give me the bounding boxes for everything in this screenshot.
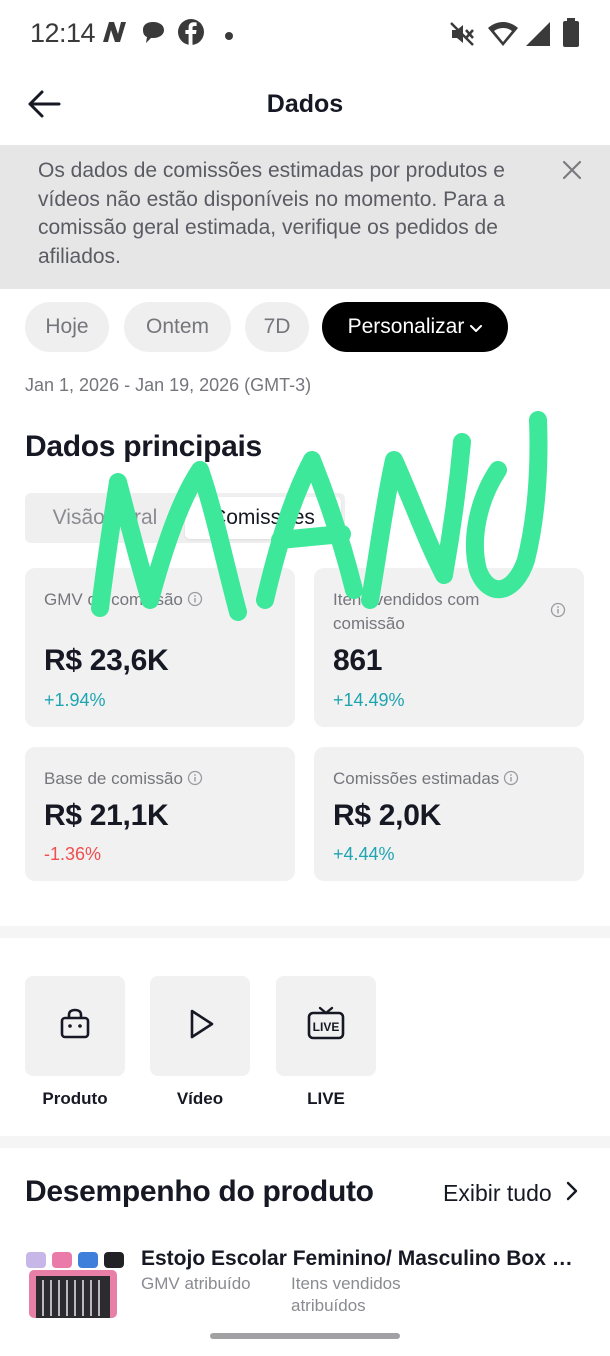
metric-label-text: Comissões estimadas — [333, 769, 500, 788]
dot-icon — [224, 28, 234, 46]
shopping-bag-icon — [58, 1007, 92, 1046]
metric-value: 861 — [333, 644, 383, 677]
metric-value: R$ 21,1K — [44, 799, 169, 832]
metric-card-gmv[interactable]: GMV da comissão R$ 23,6K +1.94% — [25, 568, 295, 727]
signal-icon — [524, 20, 552, 53]
date-range: Jan 1, 2026 - Jan 19, 2026 (GMT-3) — [25, 375, 312, 395]
svg-text:LIVE: LIVE — [313, 1020, 340, 1034]
product-name[interactable]: Estojo Escolar Feminino/ Masculino Box M… — [141, 1247, 581, 1271]
shortcut-video-button[interactable] — [150, 976, 250, 1076]
shortcut-live-button[interactable]: LIVE — [276, 976, 376, 1076]
product-items-sold-label: Itens vendidos atribuídos — [291, 1274, 401, 1315]
chevron-down-icon — [470, 315, 483, 339]
info-icon[interactable] — [550, 602, 566, 623]
metric-change: +1.94% — [44, 690, 106, 710]
metric-label: Comissões estimadas — [333, 767, 519, 793]
section-divider — [0, 1136, 610, 1148]
chat-bubble-icon — [139, 18, 167, 51]
metric-change: +14.49% — [333, 690, 405, 710]
metric-label: GMV da comissão — [44, 588, 203, 614]
page-title: Dados — [266, 90, 344, 118]
tab-commissions[interactable]: Comissões — [185, 497, 341, 539]
info-icon[interactable] — [503, 769, 519, 793]
chip-label: 7D — [263, 315, 291, 338]
metric-card-commission-base[interactable]: Base de comissão R$ 21,1K -1.36% — [25, 747, 295, 881]
status-time: 12:14 — [30, 18, 96, 48]
notice-close-button[interactable] — [556, 156, 588, 188]
metric-change: +4.44% — [333, 844, 395, 864]
info-icon[interactable] — [187, 590, 203, 614]
shortcut-product-button[interactable] — [25, 976, 125, 1076]
mute-icon — [448, 20, 476, 53]
notice-text: Os dados de comissões estimadas por prod… — [38, 159, 505, 268]
facebook-icon — [177, 18, 205, 51]
metric-card-items-sold[interactable]: Itens vendidos com comissão 861 +14.49% — [314, 568, 584, 727]
chip-7d[interactable]: 7D — [245, 302, 309, 352]
product-thumbnail[interactable] — [25, 1248, 125, 1318]
metric-label: Itens vendidos com comissão — [333, 590, 480, 633]
chip-personalizar[interactable]: Personalizar — [322, 302, 508, 352]
n-app-icon — [100, 18, 128, 51]
chip-label: Personalizar — [347, 315, 465, 338]
play-icon — [183, 1007, 217, 1046]
metric-value: R$ 2,0K — [333, 799, 441, 832]
chip-label: Ontem — [145, 315, 210, 338]
status-bar: 12:14 — [0, 0, 610, 70]
section-title-main-data: Dados principais — [25, 430, 262, 463]
metric-value: R$ 23,6K — [44, 644, 169, 677]
shortcut-product-label: Produto — [42, 1089, 108, 1108]
chip-label: Hoje — [45, 315, 89, 338]
metric-label-text: GMV da comissão — [44, 590, 183, 609]
see-all-link[interactable]: Exibir tudo — [443, 1180, 578, 1207]
chip-ontem[interactable]: Ontem — [124, 302, 231, 352]
close-icon — [562, 160, 582, 185]
info-icon[interactable] — [187, 769, 203, 793]
metric-card-estimated-commissions[interactable]: Comissões estimadas R$ 2,0K +4.44% — [314, 747, 584, 881]
see-all-label: Exibir tudo — [443, 1180, 552, 1206]
tab-overview[interactable]: Visão geral — [29, 497, 181, 539]
live-tv-icon: LIVE — [306, 1005, 346, 1048]
shortcut-video-label: Vídeo — [176, 1089, 224, 1108]
metric-change: -1.36% — [44, 844, 102, 864]
main-data-tabs: Visão geral Comissões — [25, 493, 345, 543]
shortcut-live-label: LIVE — [307, 1089, 345, 1108]
app-header: Dados — [0, 70, 610, 145]
chip-hoje[interactable]: Hoje — [25, 302, 109, 352]
chevron-right-icon — [566, 1180, 578, 1207]
metric-label-text: Base de comissão — [44, 769, 183, 788]
notice-banner: Os dados de comissões estimadas por prod… — [0, 145, 610, 289]
wifi-icon — [487, 20, 519, 53]
section-divider — [0, 926, 610, 938]
home-indicator[interactable] — [210, 1333, 400, 1339]
metric-label: Base de comissão — [44, 767, 203, 793]
section-title-product-performance: Desempenho do produto — [25, 1175, 374, 1208]
battery-icon — [562, 18, 580, 53]
product-gmv-label: GMV atribuído — [141, 1274, 251, 1293]
